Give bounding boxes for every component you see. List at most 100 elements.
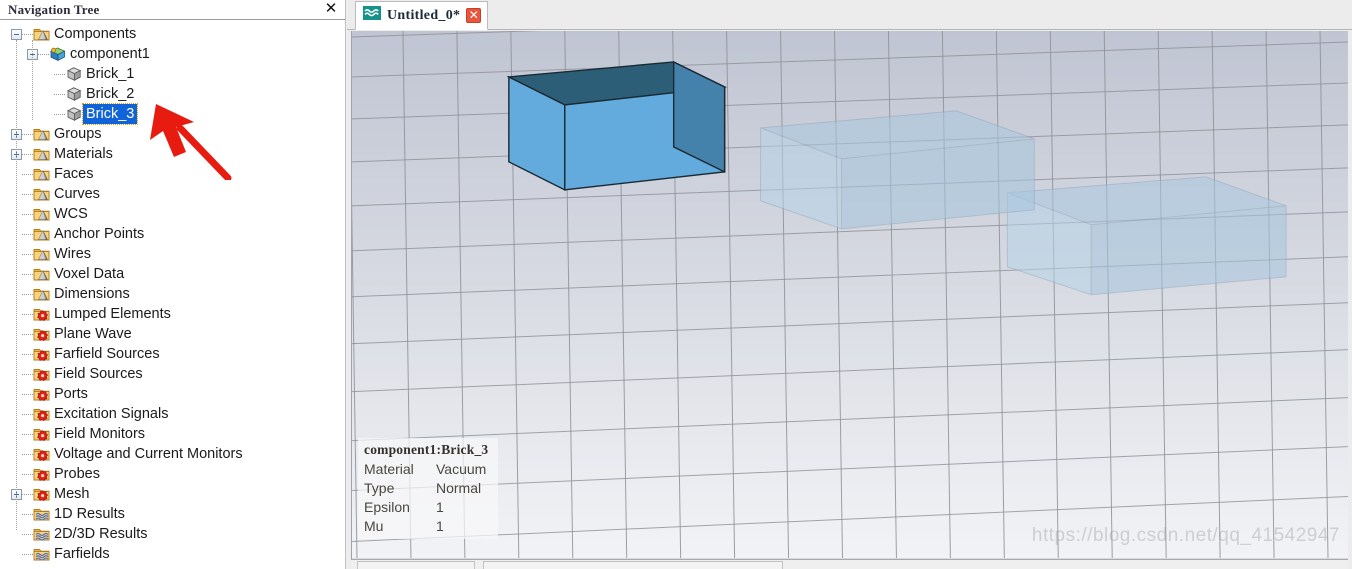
tree-item-label: 1D Results bbox=[54, 506, 125, 522]
tree-item-ports[interactable]: Ports bbox=[0, 384, 345, 404]
tree-item-excitation-signals[interactable]: Excitation Signals bbox=[0, 404, 345, 424]
tree-connector bbox=[22, 333, 33, 335]
folder-cone-icon bbox=[33, 266, 51, 282]
brick-ghost-middle bbox=[760, 110, 1035, 230]
tree-item-probes[interactable]: Probes bbox=[0, 464, 345, 484]
tree-connector bbox=[38, 53, 49, 55]
tree-connector bbox=[22, 473, 33, 475]
tree-connector bbox=[22, 433, 33, 435]
tree-item-wires[interactable]: Wires bbox=[0, 244, 345, 264]
tree-item-label: Farfield Sources bbox=[54, 346, 160, 362]
tree-item-label: Wires bbox=[54, 246, 92, 262]
tree-connector bbox=[22, 153, 33, 155]
tree-connector bbox=[22, 373, 33, 375]
tree-item-label: Materials bbox=[54, 146, 113, 162]
tree-connector bbox=[22, 533, 33, 535]
brick-icon bbox=[65, 86, 83, 102]
folder-cone-icon bbox=[33, 246, 51, 262]
tree-item-label: Plane Wave bbox=[54, 326, 132, 342]
folder-gear-icon bbox=[33, 306, 51, 322]
tree-item-anchor-points[interactable]: Anchor Points bbox=[0, 224, 345, 244]
model-view-area: Untitled_0* ✕ component1:Brick_3 Materia… bbox=[347, 0, 1352, 569]
navigation-tree-header: Navigation Tree ✕ bbox=[0, 0, 345, 20]
tree-item-label: Ports bbox=[54, 386, 88, 402]
tree-item-brick-2[interactable]: Brick_2 bbox=[0, 84, 345, 104]
tree-item-dimensions[interactable]: Dimensions bbox=[0, 284, 345, 304]
tree-item-farfields[interactable]: Farfields bbox=[0, 544, 345, 564]
folder-gear-icon bbox=[33, 446, 51, 462]
status-segment-left bbox=[357, 561, 475, 569]
tree-item-label: Voltage and Current Monitors bbox=[54, 446, 243, 462]
tree-item-voxel-data[interactable]: Voxel Data bbox=[0, 264, 345, 284]
tree-item-component1[interactable]: component1 bbox=[0, 44, 345, 64]
component-cube-icon bbox=[49, 46, 67, 62]
tree-item-field-monitors[interactable]: Field Monitors bbox=[0, 424, 345, 444]
cst-studio-window: Navigation Tree ✕ Components component1 Br… bbox=[0, 0, 1352, 569]
tree-item-faces[interactable]: Faces bbox=[0, 164, 345, 184]
tree-connector bbox=[22, 193, 33, 195]
tree-item-brick-3[interactable]: Brick_3 bbox=[0, 103, 345, 125]
folder-cone-icon bbox=[33, 226, 51, 242]
tab-untitled-0[interactable]: Untitled_0* ✕ bbox=[355, 1, 489, 30]
tree-item-materials[interactable]: Materials bbox=[0, 144, 345, 164]
tree-item-mesh[interactable]: Mesh bbox=[0, 484, 345, 504]
folder-gear-icon bbox=[33, 366, 51, 382]
brick-solid-selected bbox=[506, 60, 728, 191]
tree-connector bbox=[54, 113, 65, 115]
tree-item-brick-1[interactable]: Brick_1 bbox=[0, 64, 345, 84]
tree-connector bbox=[22, 233, 33, 235]
tree-item-label: Mesh bbox=[54, 486, 90, 502]
tree-item-groups[interactable]: Groups bbox=[0, 124, 345, 144]
tree-connector bbox=[22, 33, 33, 35]
status-segment-right bbox=[483, 561, 783, 569]
tree-item-2d-3d-results[interactable]: 2D/3D Results bbox=[0, 524, 345, 544]
tree-item-voltage-and-current-monitors[interactable]: Voltage and Current Monitors bbox=[0, 444, 345, 464]
tree-connector bbox=[22, 213, 33, 215]
folder-gear-icon bbox=[33, 426, 51, 442]
tree-item-farfield-sources[interactable]: Farfield Sources bbox=[0, 344, 345, 364]
tree-connector bbox=[22, 453, 33, 455]
tab-strip: Untitled_0* ✕ bbox=[347, 0, 1352, 30]
tree-item-label: Field Sources bbox=[54, 366, 143, 382]
status-bar bbox=[351, 559, 1348, 569]
tree-connector bbox=[22, 493, 33, 495]
tree-item-1d-results[interactable]: 1D Results bbox=[0, 504, 345, 524]
tab-label: Untitled_0* bbox=[387, 7, 461, 23]
folder-gear-icon bbox=[33, 346, 51, 362]
folder-gear-icon bbox=[33, 406, 51, 422]
wave-document-icon bbox=[363, 5, 381, 26]
tree-connector bbox=[22, 173, 33, 175]
tree-item-components[interactable]: Components bbox=[0, 24, 345, 44]
3d-canvas[interactable]: component1:Brick_3 Material Vacuum Type Nor… bbox=[351, 31, 1348, 559]
tree-item-curves[interactable]: Curves bbox=[0, 184, 345, 204]
collapse-icon[interactable] bbox=[11, 28, 22, 40]
navigation-tree[interactable]: Components component1 Brick_1 Brick_2 Brick_… bbox=[0, 20, 345, 568]
tree-item-label: Lumped Elements bbox=[54, 306, 171, 322]
folder-cone-icon bbox=[33, 286, 51, 302]
tree-connector bbox=[22, 413, 33, 415]
folder-gear-icon bbox=[33, 386, 51, 402]
tab-close-icon[interactable]: ✕ bbox=[466, 8, 482, 23]
tree-connector bbox=[22, 273, 33, 275]
brick-ghost-right bbox=[1006, 176, 1287, 296]
tree-item-lumped-elements[interactable]: Lumped Elements bbox=[0, 304, 345, 324]
tree-item-plane-wave[interactable]: Plane Wave bbox=[0, 324, 345, 344]
navigation-tree-panel: Navigation Tree ✕ Components component1 Br… bbox=[0, 0, 346, 569]
tree-item-field-sources[interactable]: Field Sources bbox=[0, 364, 345, 384]
tree-item-label: Brick_2 bbox=[86, 86, 135, 102]
tree-connector bbox=[54, 93, 65, 95]
tree-connector bbox=[22, 393, 33, 395]
tree-item-wcs[interactable]: WCS bbox=[0, 204, 345, 224]
tree-connector bbox=[22, 313, 33, 315]
tree-connector bbox=[22, 133, 33, 135]
folder-gear-icon bbox=[33, 466, 51, 482]
tree-item-label: Faces bbox=[54, 166, 94, 182]
tree-item-label: component1 bbox=[70, 46, 150, 62]
tree-connector bbox=[22, 253, 33, 255]
tree-connector bbox=[54, 73, 65, 75]
folder-cone-icon bbox=[33, 206, 51, 222]
close-icon[interactable]: ✕ bbox=[323, 1, 339, 17]
